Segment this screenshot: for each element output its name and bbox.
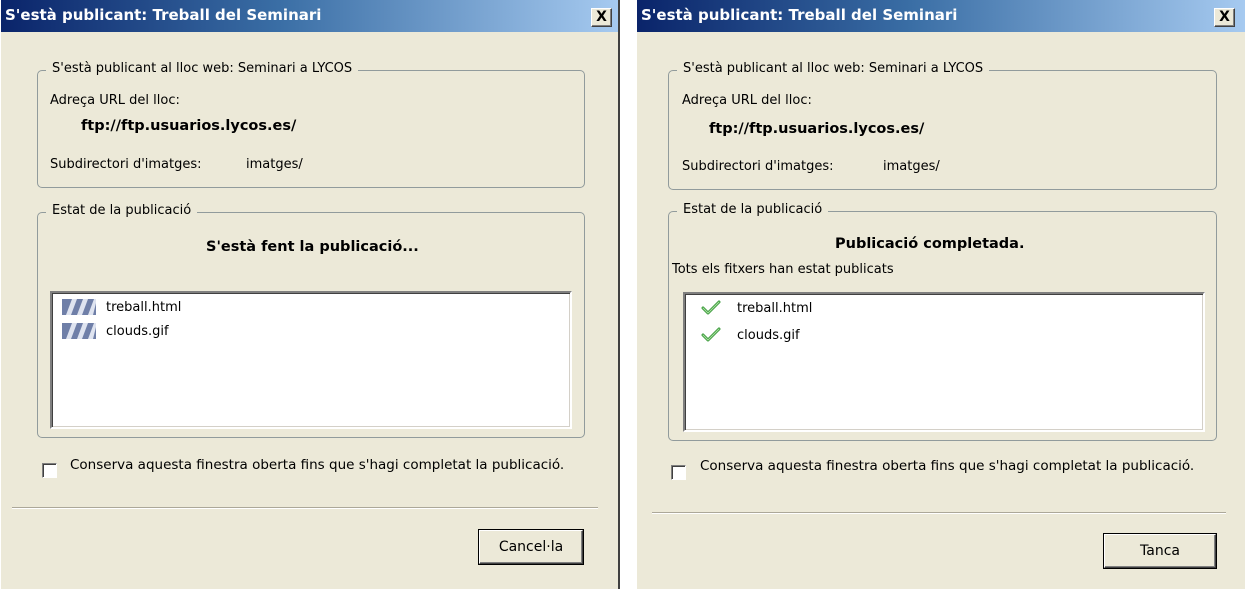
status-text: Publicació completada. <box>835 236 1025 252</box>
status-group-legend: Estat de la publicació <box>677 202 829 217</box>
separator <box>652 512 1226 514</box>
keep-open-label: Conserva aquesta finestra oberta fins qu… <box>700 458 1195 474</box>
site-info-group: S'està publicant al lloc web: Seminari a… <box>37 61 585 188</box>
keep-open-checkbox[interactable] <box>42 463 57 478</box>
files-list[interactable]: treball.html clouds.gif <box>683 292 1205 432</box>
site-group-legend: S'està publicant al lloc web: Seminari a… <box>677 61 990 76</box>
dialog-titlebar[interactable]: S'està publicant: Treball del Seminari <box>637 0 1245 32</box>
images-dir-label: Subdirectori d'imatges: <box>682 159 834 174</box>
url-value: ftp://ftp.usuarios.lycos.es/ <box>81 118 297 134</box>
check-icon <box>701 300 721 315</box>
status-subtext: Tots els fitxers han estat publicats <box>672 262 894 277</box>
list-item[interactable]: clouds.gif <box>695 327 800 343</box>
status-text: S'està fent la publicació... <box>206 239 419 255</box>
site-group-legend: S'està publicant al lloc web: Seminari a… <box>46 61 359 76</box>
list-item[interactable]: clouds.gif <box>62 323 169 339</box>
publish-status-group: Estat de la publicació S'està fent la pu… <box>37 203 585 438</box>
in-progress-icon <box>62 323 96 339</box>
dialog-titlebar[interactable]: S'està publicant: Treball del Seminari <box>1 0 618 32</box>
keep-open-label: Conserva aquesta finestra oberta fins qu… <box>70 457 565 473</box>
images-dir-value: imatges/ <box>883 159 940 174</box>
list-item[interactable]: treball.html <box>695 300 812 316</box>
publishing-dialog-in-progress: S'està publicant: Treball del Seminari X… <box>0 0 620 589</box>
in-progress-icon <box>62 299 96 315</box>
dialog-title: S'està publicant: Treball del Seminari <box>5 6 322 24</box>
separator <box>12 507 598 509</box>
close-button[interactable]: X <box>591 8 612 27</box>
list-item[interactable]: treball.html <box>62 299 181 315</box>
url-label: Adreça URL del lloc: <box>682 93 812 108</box>
publishing-dialog-completed: S'està publicant: Treball del Seminari X… <box>636 0 1245 589</box>
images-dir-label: Subdirectori d'imatges: <box>50 157 202 172</box>
url-label: Adreça URL del lloc: <box>50 93 180 108</box>
file-name: treball.html <box>737 300 813 316</box>
cancel-button[interactable]: Cancel·la <box>479 530 583 564</box>
status-group-legend: Estat de la publicació <box>46 203 198 218</box>
keep-open-checkbox[interactable] <box>671 465 686 480</box>
check-icon <box>701 327 721 342</box>
url-value: ftp://ftp.usuarios.lycos.es/ <box>709 121 925 137</box>
close-dialog-button[interactable]: Tanca <box>1104 534 1216 568</box>
site-info-group: S'està publicant al lloc web: Seminari a… <box>668 61 1217 190</box>
images-dir-value: imatges/ <box>246 157 303 172</box>
publish-status-group: Estat de la publicació Publicació comple… <box>668 202 1217 441</box>
file-name: clouds.gif <box>106 323 169 339</box>
dialog-title: S'està publicant: Treball del Seminari <box>641 6 958 24</box>
files-list[interactable]: treball.html clouds.gif <box>50 291 572 429</box>
file-name: clouds.gif <box>737 327 800 343</box>
close-button[interactable]: X <box>1214 8 1235 27</box>
file-name: treball.html <box>106 299 182 315</box>
